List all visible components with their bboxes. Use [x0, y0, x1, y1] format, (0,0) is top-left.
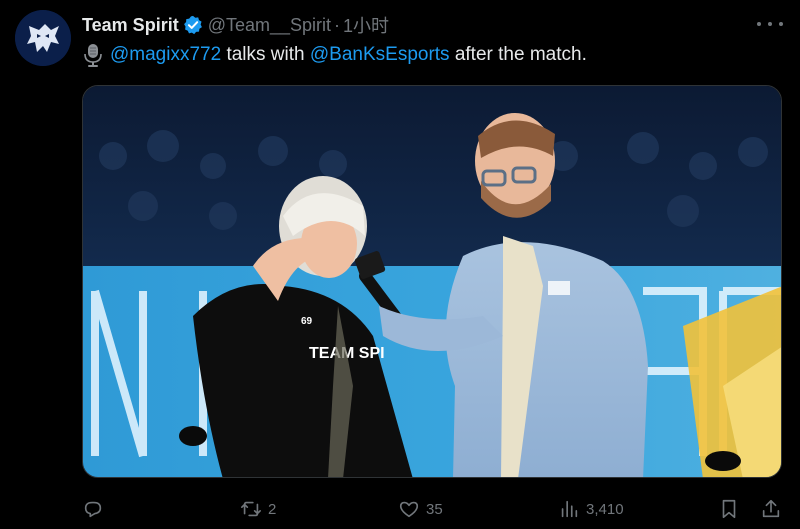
media-photo: TEAM SPI 69 — [83, 86, 781, 477]
header-separator: · — [334, 14, 341, 35]
tweet[interactable]: Team Spirit @Team__Spirit · 1小时 @magixx7… — [0, 0, 800, 529]
tweet-media[interactable]: TEAM SPI 69 — [82, 85, 782, 478]
tweet-text-end: after the match. — [449, 44, 587, 65]
bookmark-button[interactable] — [718, 494, 740, 524]
verified-badge-icon — [183, 15, 202, 35]
tweet-actions: 2 35 3,410 — [0, 494, 800, 524]
avatar[interactable] — [15, 10, 71, 66]
tweet-text: @magixx772 talks with @BanKsEsports afte… — [82, 42, 587, 68]
like-button[interactable]: 35 — [398, 494, 443, 524]
timestamp[interactable]: 1小时 — [343, 12, 389, 38]
team-spirit-logo-icon — [15, 10, 71, 66]
retweet-button[interactable]: 2 — [240, 494, 276, 524]
more-options-icon — [779, 22, 783, 26]
heart-icon — [399, 501, 419, 518]
tweet-header: Team Spirit @Team__Spirit · 1小时 — [82, 13, 389, 37]
views-count: 3,410 — [586, 500, 624, 518]
more-options-button[interactable] — [757, 14, 783, 34]
reply-icon — [84, 501, 102, 518]
author-name[interactable]: Team Spirit — [82, 15, 179, 36]
bookmark-icon — [722, 499, 736, 519]
views-bar-chart-icon — [561, 500, 578, 518]
author-handle[interactable]: @Team__Spirit — [208, 15, 331, 36]
jersey-number: 69 — [301, 316, 313, 327]
share-button[interactable] — [760, 494, 782, 524]
retweet-icon — [241, 501, 261, 517]
reply-button[interactable] — [82, 494, 110, 524]
like-count: 35 — [426, 500, 443, 518]
more-options-icon — [768, 22, 772, 26]
mention-link[interactable]: @BanKsEsports — [310, 42, 450, 68]
more-options-icon — [757, 22, 761, 26]
microphone-icon — [84, 44, 102, 67]
mention-link[interactable]: @magixx772 — [110, 42, 221, 68]
tweet-text-middle: talks with — [221, 44, 310, 65]
views-button[interactable]: 3,410 — [558, 494, 624, 524]
share-icon — [762, 499, 780, 518]
retweet-count: 2 — [268, 500, 277, 518]
